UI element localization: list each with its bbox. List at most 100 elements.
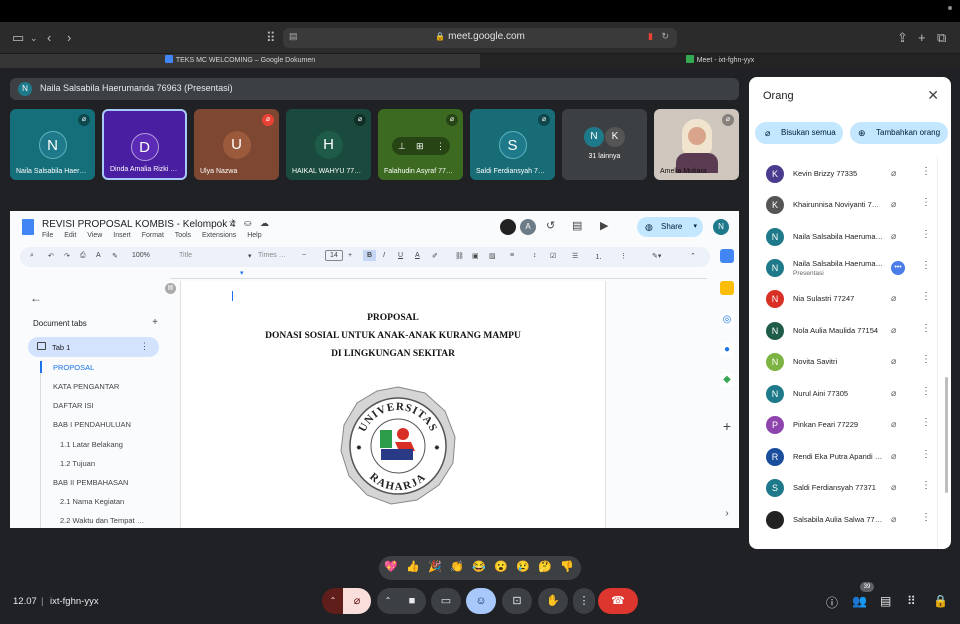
participant-tile[interactable]: N ⌀ Naila Salsabila Haer…: [10, 109, 95, 180]
undo-icon[interactable]: ↶: [48, 252, 54, 260]
mute-all-button[interactable]: ⌀ Bisukan semua: [755, 122, 843, 144]
reaction-party[interactable]: 🎉: [428, 560, 442, 573]
camera-button[interactable]: ■: [398, 588, 426, 614]
more-icon[interactable]: ⋮: [921, 166, 931, 177]
chevron-down-icon[interactable]: ▾: [693, 217, 697, 237]
share-icon[interactable]: ⇪: [897, 30, 908, 46]
reaction-thumbs-down[interactable]: 👎: [560, 560, 574, 573]
underline-icon[interactable]: U: [398, 252, 403, 259]
editing-mode-icon[interactable]: ✎▾: [652, 252, 661, 260]
text-color-icon[interactable]: A: [415, 252, 420, 259]
history-icon[interactable]: ↺: [546, 219, 555, 232]
reaction-surprised[interactable]: 😮: [494, 560, 508, 573]
present-button[interactable]: ⊡: [502, 588, 532, 614]
outline-item[interactable]: 2.2 Waktu dan Tempat …: [60, 516, 144, 525]
add-people-button[interactable]: ⊕ Tambahkan orang: [850, 122, 948, 144]
more-options-button[interactable]: ⋮: [573, 588, 595, 614]
outline-item[interactable]: KATA PENGANTAR: [53, 382, 119, 391]
tab-overview-icon[interactable]: ⧉: [937, 30, 946, 46]
comment-icon[interactable]: ▤: [572, 219, 582, 232]
activities-icon[interactable]: ⠿: [907, 594, 916, 608]
participant-tile[interactable]: ⊥ ⊞ ⋮ ⌀ Falahudin Asyraf 77…: [378, 109, 463, 180]
others-tile[interactable]: N K 31 lainnya: [562, 109, 647, 180]
reaction-laugh[interactable]: 😂: [472, 560, 486, 573]
reaction-thinking[interactable]: 🤔: [538, 560, 552, 573]
mic-options-button[interactable]: ⌃: [322, 588, 344, 614]
menu-format[interactable]: Format: [142, 232, 164, 239]
participant-tile[interactable]: H ⌀ HAIKAL WAHYU 77…: [286, 109, 371, 180]
tab-docs[interactable]: TEKS MC WELCOMING – Google Dokumen: [0, 54, 480, 68]
calendar-icon[interactable]: [720, 249, 734, 263]
list-item[interactable]: P Pinkan Feari 77229 ⌀ ⋮: [749, 410, 951, 441]
bold-icon[interactable]: B: [363, 250, 377, 261]
list-item[interactable]: N Nola Aulia Maulida 77154 ⌀ ⋮: [749, 316, 951, 347]
list-item[interactable]: S Saldi Ferdiansyah 77371 ⌀ ⋮: [749, 473, 951, 504]
list-item[interactable]: N Naila Salsabila Haeruma… ⌀ ⋮: [749, 222, 951, 253]
outline-item[interactable]: PROPOSAL: [53, 363, 94, 372]
address-bar[interactable]: ▤ 🔒 meet.google.com ▮ ↻: [283, 28, 677, 48]
more-icon[interactable]: ⋮: [921, 417, 931, 428]
more-icon[interactable]: ⋮: [921, 480, 931, 491]
outline-item[interactable]: DAFTAR ISI: [53, 401, 94, 410]
menu-extensions[interactable]: Extensions: [202, 232, 236, 239]
chevron-down-icon[interactable]: ⌄: [30, 30, 38, 46]
expand-icon[interactable]: ›: [720, 507, 734, 521]
keep-icon[interactable]: [720, 281, 734, 295]
search-icon[interactable]: ⌕: [30, 252, 34, 260]
share-button[interactable]: ◍ Share ▾: [637, 217, 703, 237]
tasks-icon[interactable]: ◎: [720, 313, 734, 327]
list-item[interactable]: R Rendi Eka Putra Apandi … ⌀ ⋮: [749, 442, 951, 473]
more-icon[interactable]: ⋮: [140, 341, 149, 352]
reaction-clap[interactable]: 👏: [450, 560, 464, 573]
more-icon[interactable]: ⋮: [921, 323, 931, 334]
forward-icon[interactable]: ›: [67, 30, 71, 46]
list-item[interactable]: N Naila Salsabila Haeruma… Presentasi ••…: [749, 253, 951, 284]
participant-tile[interactable]: S ⌀ Saldi Ferdiansyah 7…: [470, 109, 555, 180]
numbered-list-icon[interactable]: ⒈: [595, 252, 602, 262]
plus-icon[interactable]: +: [348, 252, 352, 259]
link-icon[interactable]: ⛓: [455, 252, 464, 260]
list-item[interactable]: K Kevin Brizzy 77335 ⌀ ⋮: [749, 159, 951, 190]
meet-present-icon[interactable]: ▶: [600, 219, 608, 232]
emoji-button[interactable]: ☺: [466, 588, 496, 614]
outline-item[interactable]: 1.2 Tujuan: [60, 459, 95, 468]
more-icon[interactable]: ⋮: [921, 229, 931, 240]
star-icon[interactable]: ☆: [228, 218, 237, 229]
zoom-select[interactable]: 100%: [132, 252, 150, 259]
doc-title[interactable]: REVISI PROPOSAL KOMBIS - Kelompok 4: [42, 219, 236, 230]
people-icon[interactable]: 👥: [852, 594, 867, 608]
contacts-icon[interactable]: ●: [720, 343, 734, 357]
sidebar-icon[interactable]: ▭: [12, 30, 24, 46]
more-icon[interactable]: ⋮: [620, 252, 627, 260]
host-controls-icon[interactable]: 🔒: [933, 594, 948, 608]
menu-edit[interactable]: Edit: [64, 232, 76, 239]
info-icon[interactable]: ⓘ: [826, 594, 838, 611]
insert-comment-icon[interactable]: ▣: [472, 252, 479, 260]
list-item[interactable]: N Nurul Aini 77305 ⌀ ⋮: [749, 379, 951, 410]
align-icon[interactable]: ≡: [510, 252, 514, 259]
list-item[interactable]: K Khairunnisa Noviyanti 7… ⌀ ⋮: [749, 190, 951, 221]
outline-item[interactable]: 2.1 Nama Kegiatan: [60, 497, 124, 506]
new-tab-icon[interactable]: +: [918, 30, 926, 46]
redo-icon[interactable]: ↷: [64, 252, 70, 260]
doc-tab-1[interactable]: Tab 1 ⋮: [28, 337, 159, 357]
menu-tools[interactable]: Tools: [175, 232, 191, 239]
raise-hand-button[interactable]: ✋: [538, 588, 568, 614]
tab-meet[interactable]: Meet - ixt-fghn-yyx: [480, 54, 960, 68]
list-item[interactable]: N Novita Savitri ⌀ ⋮: [749, 347, 951, 378]
layout-icon[interactable]: ⊞: [416, 137, 424, 155]
highlight-icon[interactable]: ✐: [432, 252, 438, 260]
reaction-sad[interactable]: 😢: [516, 560, 530, 573]
minus-icon[interactable]: −: [302, 252, 306, 259]
outline-item[interactable]: 1.1 Latar Belakang: [60, 440, 123, 449]
add-tab-icon[interactable]: +: [152, 317, 158, 328]
list-item[interactable]: N Nia Sulastri 77247 ⌀ ⋮: [749, 284, 951, 315]
participant-tile[interactable]: ⌀ Amelia Mutiara: [654, 109, 739, 180]
line-spacing-icon[interactable]: ↕: [533, 252, 537, 259]
back-arrow-icon[interactable]: ←: [30, 291, 42, 305]
bullet-list-icon[interactable]: ☰: [572, 252, 578, 260]
reaction-thumbs-up[interactable]: 👍: [406, 560, 420, 573]
outline-item[interactable]: BAB I PENDAHULUAN: [53, 420, 131, 429]
mic-off-button[interactable]: ⌀: [343, 588, 371, 614]
avatar[interactable]: N: [713, 219, 729, 235]
